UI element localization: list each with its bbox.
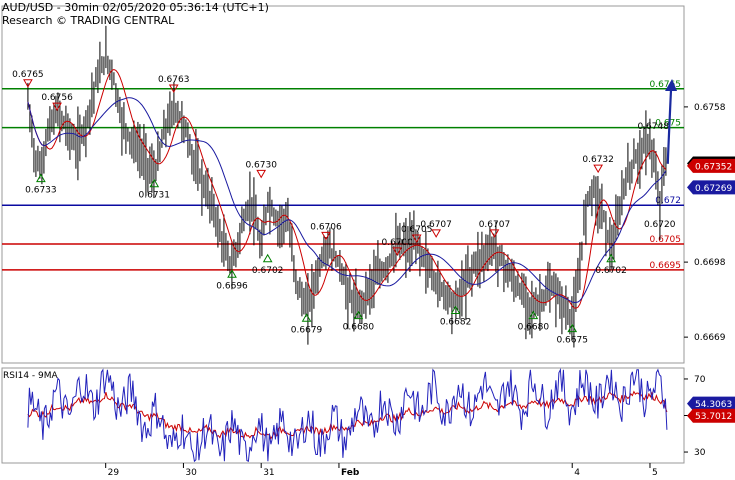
annotation-label: 0.6702 <box>595 266 627 276</box>
annotation-label: 0.6702 <box>252 266 284 276</box>
chart-canvas: 0.67650.6750.6720.67050.66950.67650.6756… <box>1 5 735 478</box>
annotation-label: 0.6707 <box>420 220 452 230</box>
annotation-label: 0.6756 <box>41 93 73 103</box>
level-label: 0.6705 <box>650 235 682 245</box>
annotation-label: 0.6748 <box>637 122 669 132</box>
y-tick-label: 0.6698 <box>694 258 726 268</box>
marker-up-icon <box>301 313 312 322</box>
marker-up-icon <box>262 253 273 263</box>
annotation-label: 0.6706 <box>310 222 342 232</box>
annotation-label: 0.6731 <box>139 191 171 201</box>
rsi-y-tick-label: 30 <box>694 448 706 458</box>
level-label: 0.672 <box>655 196 681 206</box>
price-badge-label: 0.67352 <box>695 162 732 172</box>
annotation-label: 0.6733 <box>25 186 57 196</box>
annotation-label: 0.6675 <box>556 336 588 346</box>
x-tick-label: Feb <box>341 468 360 478</box>
annotation-label: 0.6763 <box>158 75 190 85</box>
y-tick-label: 0.6758 <box>694 103 726 113</box>
annotation-label: 0.6732 <box>582 155 614 165</box>
annotation-label: 0.6696 <box>216 281 248 291</box>
rsi-line <box>27 367 668 463</box>
marker-down-icon <box>489 229 500 238</box>
level-label: 0.6695 <box>650 261 682 271</box>
rsi-badge-label: 53.7012 <box>695 412 732 422</box>
annotation-label: 0.6680 <box>518 323 550 333</box>
x-tick-label: 4 <box>574 468 580 478</box>
marker-down-icon <box>256 169 267 179</box>
rsi-y-tick-label: 70 <box>694 375 706 385</box>
level-label: 0.6765 <box>650 80 682 90</box>
rsi-badge-label: 54.3063 <box>695 400 732 410</box>
annotation-label: 0.6682 <box>440 318 472 328</box>
marker-down-icon <box>431 229 442 238</box>
annotation-label: 0.6680 <box>343 323 375 333</box>
x-tick-label: 5 <box>652 468 658 478</box>
x-tick-label: 30 <box>185 468 197 478</box>
annotation-label: 0.6720 <box>644 220 676 230</box>
y-tick-label: 0.6669 <box>694 333 726 343</box>
marker-up-icon <box>36 173 46 183</box>
x-tick-label: 29 <box>108 468 120 478</box>
annotation-label: 0.6679 <box>291 325 323 335</box>
annotation-label: 0.6730 <box>245 160 277 170</box>
annotation-label: 0.6700 <box>382 238 414 248</box>
marker-down-icon <box>593 164 604 174</box>
annotation-label: 0.6707 <box>479 220 511 230</box>
chart-source: Research © TRADING CENTRAL <box>2 14 175 27</box>
x-tick-label: 31 <box>263 468 274 478</box>
chart-title: AUD/USD - 30min 02/05/2020 05:36:14 (UTC… <box>2 1 269 14</box>
price-badge-label: 0.67269 <box>695 184 732 194</box>
annotation-label: 0.6765 <box>12 70 44 80</box>
rsi-title: RSI14 - 9MA <box>3 371 59 381</box>
